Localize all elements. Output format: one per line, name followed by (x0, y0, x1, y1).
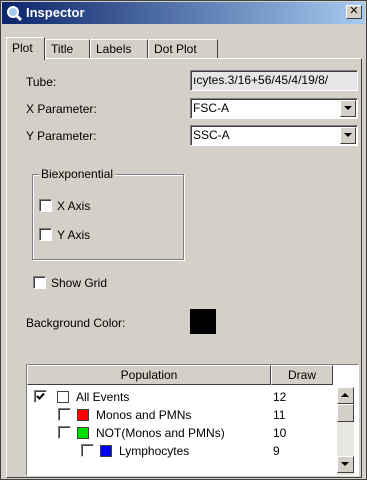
population-name: Monos and PMNs (96, 408, 192, 422)
chevron-down-icon (344, 106, 352, 110)
scroll-down-button[interactable] (337, 456, 354, 473)
population-name: NOT(Monos and PMNs) (96, 426, 225, 440)
x-parameter-dropdown-button[interactable] (340, 100, 356, 117)
population-color-swatch[interactable] (100, 445, 112, 457)
population-name: Lymphocytes (119, 444, 190, 458)
population-table: Population Draw All Events 12 Monos and … (26, 364, 359, 476)
row-visible-checkbox[interactable] (58, 408, 71, 421)
x-axis-label: X Axis (57, 199, 91, 213)
population-name: All Events (76, 390, 130, 404)
row-visible-checkbox[interactable] (58, 426, 71, 439)
chevron-down-icon (344, 133, 352, 137)
population-draw: 9 (273, 444, 280, 458)
population-color-swatch[interactable] (57, 391, 69, 403)
scroll-thumb[interactable] (337, 404, 354, 422)
biexponential-group: Biexponential (32, 167, 184, 260)
show-grid-checkbox[interactable] (33, 276, 46, 289)
tab-title[interactable]: Title (45, 39, 90, 59)
close-icon: ✕ (349, 5, 359, 17)
tab-plot[interactable]: Plot (6, 37, 45, 60)
chevron-up-icon (341, 393, 349, 397)
show-grid-label: Show Grid (51, 276, 108, 290)
x-parameter-label: X Parameter: (26, 102, 97, 116)
x-parameter-select[interactable]: FSC-A (190, 98, 358, 119)
y-parameter-select[interactable]: SSC-A (190, 125, 358, 146)
population-draw: 11 (273, 408, 286, 422)
x-axis-checkbox[interactable] (39, 199, 52, 212)
x-parameter-value: FSC-A (193, 101, 229, 115)
table-row[interactable]: All Events 12 (27, 388, 327, 406)
population-draw: 12 (273, 390, 287, 404)
scroll-up-button[interactable] (337, 387, 354, 404)
table-row[interactable]: Lymphocytes 9 (27, 442, 327, 460)
row-visible-checkbox[interactable] (34, 390, 47, 403)
window-title: Inspector (26, 5, 85, 20)
magnifier-icon (7, 6, 22, 21)
y-axis-checkbox[interactable] (39, 228, 52, 241)
column-header-population[interactable]: Population (27, 365, 271, 385)
y-parameter-dropdown-button[interactable] (340, 127, 356, 144)
checkmark-icon (36, 392, 45, 400)
tube-label: Tube: (26, 75, 57, 89)
tab-labels[interactable]: Labels (90, 39, 148, 59)
y-parameter-value: SSC-A (193, 128, 230, 142)
table-vertical-scrollbar[interactable] (337, 387, 354, 475)
inspector-window: Inspector ✕ Plot Title Labels Dot Plot T… (0, 0, 367, 480)
title-bar[interactable]: Inspector ✕ (2, 2, 365, 24)
tube-field[interactable]: ıcytes.3/16+56/45/4/19/8/ (190, 70, 358, 91)
table-row[interactable]: NOT(Monos and PMNs) 10 (27, 424, 327, 442)
biexponential-legend: Biexponential (39, 167, 116, 181)
population-color-swatch[interactable] (77, 427, 89, 439)
tube-value: ıcytes.3/16+56/45/4/19/8/ (193, 73, 329, 87)
background-color-label: Background Color: (26, 316, 126, 330)
column-header-draw[interactable]: Draw (271, 365, 333, 385)
population-draw: 10 (273, 426, 287, 440)
close-button[interactable]: ✕ (346, 5, 362, 19)
chevron-down-icon (341, 462, 349, 466)
row-visible-checkbox[interactable] (81, 444, 94, 457)
tab-dot-plot[interactable]: Dot Plot (148, 39, 218, 59)
table-row[interactable]: Monos and PMNs 11 (27, 406, 327, 424)
background-color-swatch[interactable] (190, 309, 216, 334)
y-axis-label: Y Axis (57, 228, 91, 242)
population-color-swatch[interactable] (77, 409, 89, 421)
y-parameter-label: Y Parameter: (26, 129, 97, 143)
